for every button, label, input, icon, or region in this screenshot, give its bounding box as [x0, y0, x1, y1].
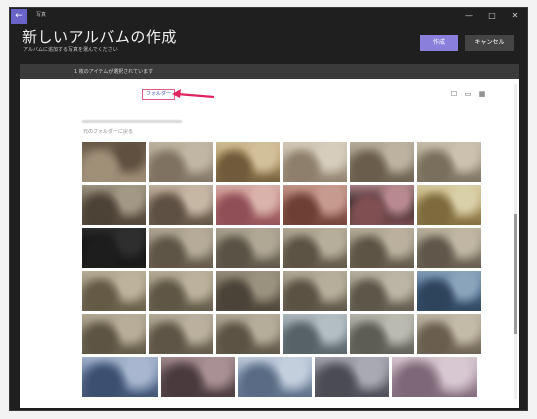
folder-view-icon[interactable]: ▭: [464, 90, 472, 98]
photo-thumbnail[interactable]: [350, 185, 414, 225]
photo-thumbnail[interactable]: [149, 228, 213, 268]
app-name: 写真: [36, 12, 47, 18]
photo-thumbnail[interactable]: [149, 142, 213, 182]
photo-thumbnail[interactable]: [216, 185, 280, 225]
photo-row: [82, 271, 482, 311]
photo-thumbnail[interactable]: [417, 314, 481, 354]
scrollbar-thumb[interactable]: [514, 214, 517, 334]
photo-thumbnail[interactable]: [417, 142, 481, 182]
photo-row: [82, 357, 482, 397]
folder-path: [82, 120, 182, 123]
selection-bar: 1 枚のアイテムが選択されています: [20, 64, 519, 79]
photo-row: [82, 314, 482, 354]
photo-thumbnail[interactable]: [216, 314, 280, 354]
photo-thumbnail[interactable]: [149, 185, 213, 225]
photo-thumbnail[interactable]: [82, 271, 146, 311]
back-button[interactable]: ←: [11, 9, 27, 24]
photo-thumbnail[interactable]: [283, 271, 347, 311]
photo-thumbnail[interactable]: [82, 357, 158, 397]
photo-picker-panel: 1 枚のアイテムが選択されています フォルダー ☐ ▭ ▦ 元のフォルダーに戻る: [20, 64, 519, 408]
app-window: ← 写真 — □ ✕ 新しいアルバムの作成 アルバムに追加する写真を選んでくださ…: [9, 7, 528, 411]
photo-thumbnail[interactable]: [315, 357, 389, 397]
photo-thumbnail[interactable]: [82, 314, 146, 354]
title-bar: ← 写真 — □ ✕: [10, 8, 527, 26]
photo-thumbnail[interactable]: [82, 142, 146, 182]
photo-thumbnail[interactable]: [392, 357, 477, 397]
minimize-button[interactable]: —: [463, 10, 475, 22]
photo-thumbnail[interactable]: [216, 142, 280, 182]
photo-row: [82, 185, 482, 225]
folder-button[interactable]: フォルダー: [142, 89, 176, 100]
photo-row: [82, 228, 482, 268]
page-subtitle: アルバムに追加する写真を選んでください: [23, 47, 118, 53]
photo-thumbnail[interactable]: [161, 357, 235, 397]
photo-thumbnail[interactable]: [283, 314, 347, 354]
window-controls: — □ ✕: [463, 10, 521, 22]
photo-thumbnail[interactable]: [216, 228, 280, 268]
photo-thumbnail[interactable]: [350, 271, 414, 311]
annotation-arrow-icon: [172, 89, 215, 99]
back-to-folder-link[interactable]: 元のフォルダーに戻る: [83, 128, 133, 135]
back-arrow-icon: ←: [15, 11, 23, 21]
photo-thumbnail[interactable]: [82, 185, 146, 225]
photo-thumbnail[interactable]: [149, 271, 213, 311]
maximize-button[interactable]: □: [486, 10, 498, 22]
close-button[interactable]: ✕: [509, 10, 521, 22]
photo-grid: [82, 142, 482, 400]
photo-thumbnail[interactable]: [283, 142, 347, 182]
photo-thumbnail[interactable]: [82, 228, 146, 268]
photo-row: [82, 142, 482, 182]
photo-thumbnail[interactable]: [350, 228, 414, 268]
photo-thumbnail[interactable]: [149, 314, 213, 354]
photo-thumbnail[interactable]: [350, 314, 414, 354]
select-icon[interactable]: ☐: [450, 90, 458, 98]
selection-count: 1 枚のアイテムが選択されています: [74, 69, 154, 75]
photo-thumbnail[interactable]: [283, 185, 347, 225]
photo-thumbnail[interactable]: [216, 271, 280, 311]
photo-thumbnail[interactable]: [238, 357, 312, 397]
photo-thumbnail[interactable]: [350, 142, 414, 182]
create-button[interactable]: 作成: [420, 35, 458, 51]
photo-thumbnail[interactable]: [417, 185, 481, 225]
grid-view-icon[interactable]: ▦: [478, 90, 486, 98]
cancel-button[interactable]: キャンセル: [465, 35, 514, 51]
photo-thumbnail[interactable]: [417, 271, 481, 311]
photo-thumbnail[interactable]: [417, 228, 481, 268]
view-options: ☐ ▭ ▦: [450, 90, 486, 98]
photo-thumbnail[interactable]: [283, 228, 347, 268]
page-title: 新しいアルバムの作成: [22, 28, 177, 46]
